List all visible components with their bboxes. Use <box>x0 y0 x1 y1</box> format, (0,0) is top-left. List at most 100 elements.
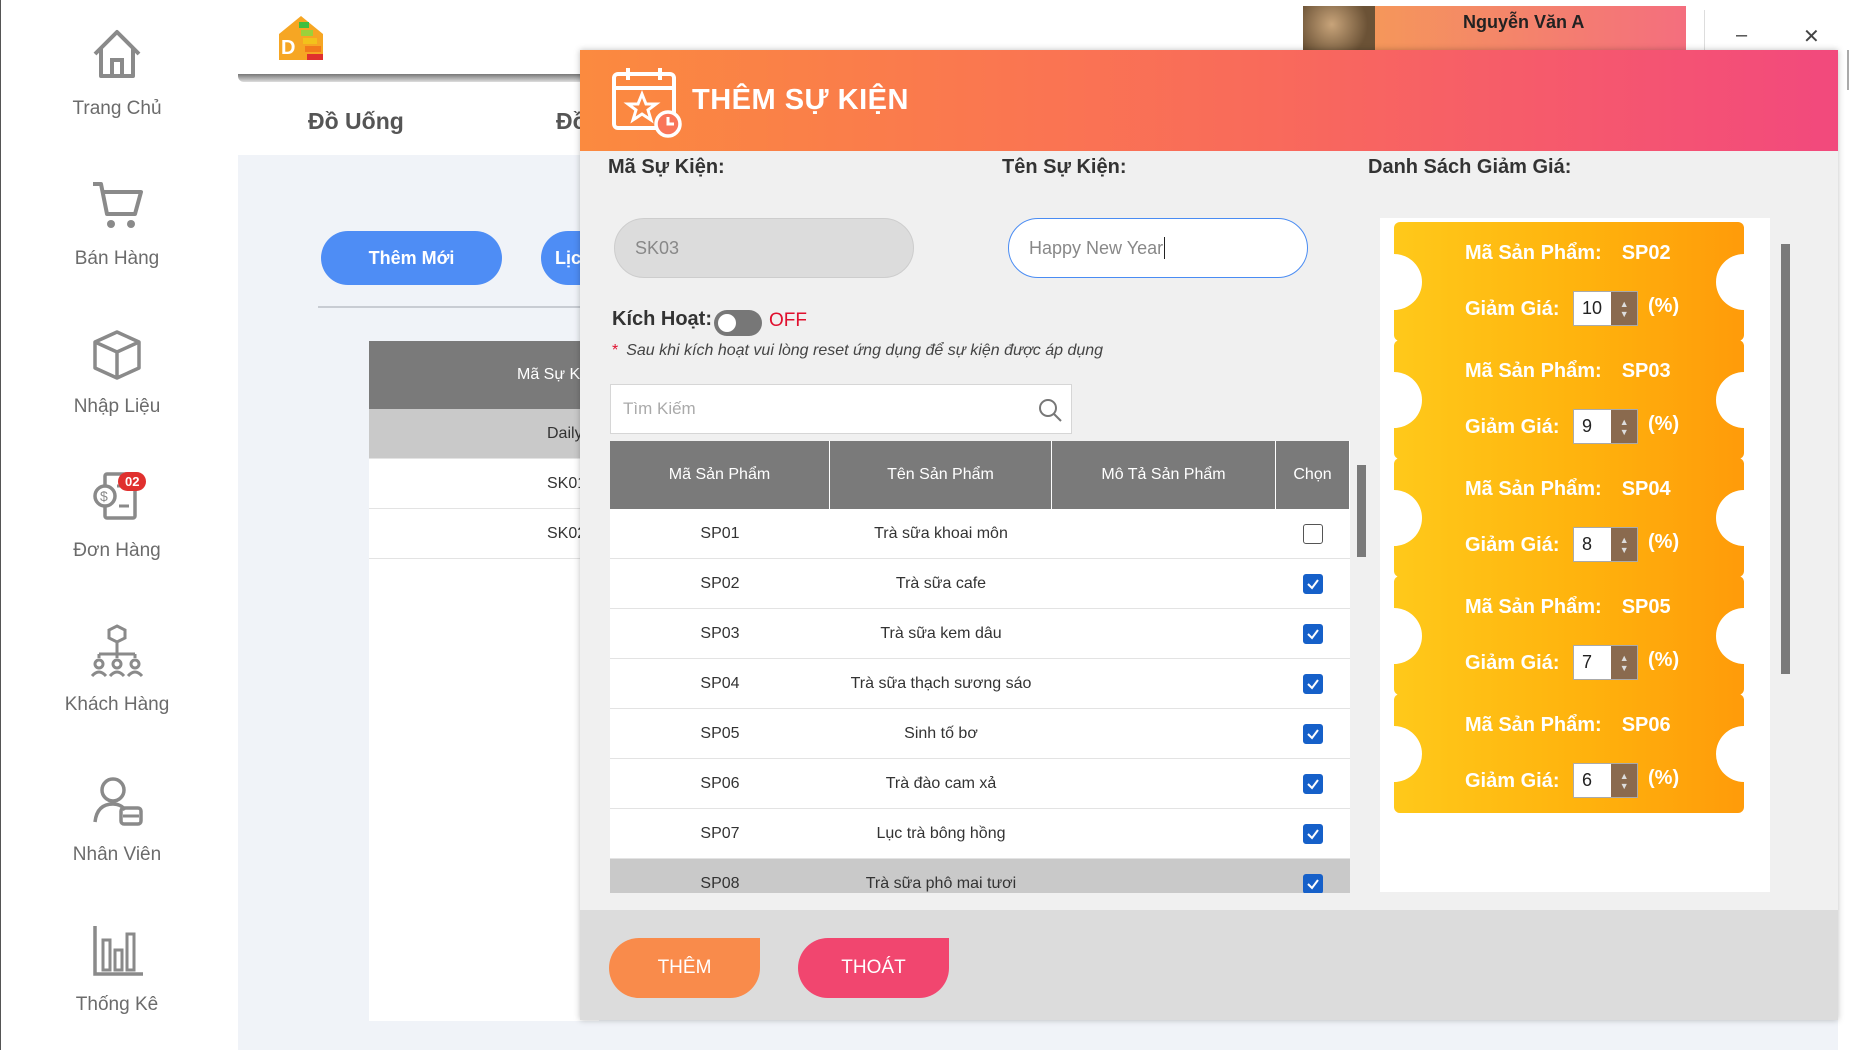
user-box[interactable]: Nguyễn Văn A <box>1303 6 1686 52</box>
down-arrow-icon[interactable]: ▼ <box>1620 781 1629 791</box>
check-icon <box>1307 678 1319 690</box>
table-row[interactable]: SP03 Trà sữa kem dâu <box>610 609 1350 659</box>
table-row[interactable]: SK01 <box>369 459 599 509</box>
coupon-background <box>1394 458 1744 577</box>
sidebar-item-statistics[interactable]: Thống Kê <box>1 920 233 1050</box>
note-asterisk: * <box>612 342 619 359</box>
product-scrollbar[interactable] <box>1357 465 1366 557</box>
discount-value[interactable]: 9 <box>1574 410 1611 443</box>
minimize-button[interactable]: – <box>1736 24 1747 47</box>
stepper-arrows[interactable]: ▲ ▼ <box>1611 646 1637 679</box>
column-header[interactable]: Chọn <box>1276 441 1350 509</box>
right-edge-line <box>1847 50 1849 90</box>
stepper-arrows[interactable]: ▲ ▼ <box>1611 764 1637 797</box>
discount-value[interactable]: 6 <box>1574 764 1611 797</box>
close-button[interactable]: ✕ <box>1803 24 1820 49</box>
coupon-code: SP05 <box>1621 596 1671 618</box>
stepper-arrows[interactable]: ▲ ▼ <box>1611 292 1637 325</box>
discount-list-label: Danh Sách Giảm Giá: <box>1368 156 1572 178</box>
app-window: D Đồ Uống Đồ Nguyễn Văn A – ✕ Thêm Mới L… <box>0 0 1859 1050</box>
table-row[interactable]: SP04 Trà sữa thạch sương sáo <box>610 659 1350 709</box>
tab-drinks[interactable]: Đồ Uống <box>308 108 404 135</box>
down-arrow-icon[interactable]: ▼ <box>1620 545 1629 555</box>
coupon-discount-label: Giảm Giá: <box>1465 416 1560 438</box>
cart-icon <box>93 182 143 228</box>
select-cell <box>1276 809 1350 858</box>
check-icon <box>1307 578 1319 590</box>
select-checkbox[interactable] <box>1303 773 1323 794</box>
select-checkbox[interactable] <box>1303 723 1323 744</box>
home-icon <box>93 30 141 78</box>
product-desc <box>1052 559 1276 608</box>
select-checkbox[interactable] <box>1303 573 1323 594</box>
search-input[interactable]: Tìm Kiếm <box>610 384 1072 434</box>
table-row[interactable]: SP05 Sinh tố bơ <box>610 709 1350 759</box>
discount-stepper[interactable]: 10 ▲ ▼ <box>1573 291 1638 326</box>
dialog-header: THÊM SỰ KIỆN <box>580 50 1838 151</box>
up-arrow-icon[interactable]: ▲ <box>1620 535 1629 545</box>
coupon-notch <box>1716 254 1770 310</box>
stepper-arrows[interactable]: ▲ ▼ <box>1611 528 1637 561</box>
coupon-code-line: Mã Sản Phẩm: SP03 <box>1465 360 1671 383</box>
up-arrow-icon[interactable]: ▲ <box>1620 771 1629 781</box>
column-header[interactable]: Tên Sản Phẩm <box>830 441 1052 509</box>
table-row[interactable]: SP02 Trà sữa cafe <box>610 559 1350 609</box>
coupon-background <box>1394 340 1744 459</box>
active-toggle[interactable] <box>714 310 762 336</box>
up-arrow-icon[interactable]: ▲ <box>1620 299 1629 309</box>
down-arrow-icon[interactable]: ▼ <box>1620 427 1629 437</box>
discount-value[interactable]: 10 <box>1574 292 1611 325</box>
table-row[interactable]: SP07 Lục trà bông hồng <box>610 809 1350 859</box>
column-header[interactable]: Mã Sản Phẩm <box>610 441 830 509</box>
event-name-input[interactable]: Happy New Year <box>1008 218 1308 278</box>
up-arrow-icon[interactable]: ▲ <box>1620 417 1629 427</box>
table-row[interactable]: SK02 <box>369 509 599 559</box>
sidebar-item-employees[interactable]: Nhân Viên <box>1 770 233 900</box>
sidebar-item-import[interactable]: Nhập Liệu <box>1 322 233 452</box>
add-event-dialog: THÊM SỰ KIỆN Mã Sự Kiện: SK03 Tên Sự Kiệ… <box>580 50 1838 1020</box>
coupon-discount-label: Giảm Giá: <box>1465 770 1560 792</box>
select-cell <box>1276 609 1350 658</box>
discount-value[interactable]: 7 <box>1574 646 1611 679</box>
coupon-notch <box>1716 490 1770 546</box>
svg-text:$: $ <box>100 488 108 504</box>
percent-label: (%) <box>1648 295 1680 317</box>
activation-note: * Sau khi kích hoạt vui lòng reset ứng dụ… <box>612 342 1103 360</box>
up-arrow-icon[interactable]: ▲ <box>1620 653 1629 663</box>
calendar-star-icon <box>612 67 682 138</box>
discount-stepper[interactable]: 7 ▲ ▼ <box>1573 645 1638 680</box>
discount-coupon: Mã Sản Phẩm: SP02 Giảm Giá: 10 ▲ ▼ (%) <box>1380 222 1770 341</box>
discount-stepper[interactable]: 8 ▲ ▼ <box>1573 527 1638 562</box>
discount-scrollbar[interactable] <box>1781 244 1790 674</box>
logo-underline <box>238 74 598 82</box>
add-new-button[interactable]: Thêm Mới <box>321 231 502 285</box>
table-row[interactable]: Daily <box>369 409 599 459</box>
search-icon[interactable] <box>1037 397 1063 423</box>
event-name-value: Happy New Year <box>1029 237 1164 258</box>
column-header[interactable]: Mô Tả Sản Phẩm <box>1052 441 1276 509</box>
exit-button[interactable]: THOÁT <box>798 938 949 998</box>
sidebar-item-customers[interactable]: Khách Hàng <box>1 620 233 750</box>
coupon-notch <box>1716 608 1770 664</box>
down-arrow-icon[interactable]: ▼ <box>1620 663 1629 673</box>
select-checkbox[interactable] <box>1303 673 1323 694</box>
sidebar-item-sales[interactable]: Bán Hàng <box>1 174 233 304</box>
sidebar-item-orders[interactable]: $ 02 Đơn Hàng <box>1 466 233 596</box>
product-name: Trà sữa phô mai tươi <box>865 874 1017 892</box>
select-checkbox[interactable] <box>1303 873 1323 893</box>
table-row[interactable]: SP06 Trà đào cam xả <box>610 759 1350 809</box>
stepper-arrows[interactable]: ▲ ▼ <box>1611 410 1637 443</box>
down-arrow-icon[interactable]: ▼ <box>1620 309 1629 319</box>
coupon-code-label: Mã Sản Phẩm: <box>1465 242 1602 264</box>
table-row[interactable]: SP01 Trà sữa khoai môn <box>610 509 1350 559</box>
sidebar-item-home[interactable]: Trang Chủ <box>1 24 233 154</box>
select-checkbox[interactable] <box>1303 823 1323 844</box>
product-id: SP02 <box>700 574 740 592</box>
table-row[interactable]: SP08 Trà sữa phô mai tươi <box>610 859 1350 893</box>
discount-stepper[interactable]: 9 ▲ ▼ <box>1573 409 1638 444</box>
discount-value[interactable]: 8 <box>1574 528 1611 561</box>
select-checkbox[interactable] <box>1303 523 1323 544</box>
discount-stepper[interactable]: 6 ▲ ▼ <box>1573 763 1638 798</box>
add-button[interactable]: THÊM <box>609 938 760 998</box>
select-checkbox[interactable] <box>1303 623 1323 644</box>
